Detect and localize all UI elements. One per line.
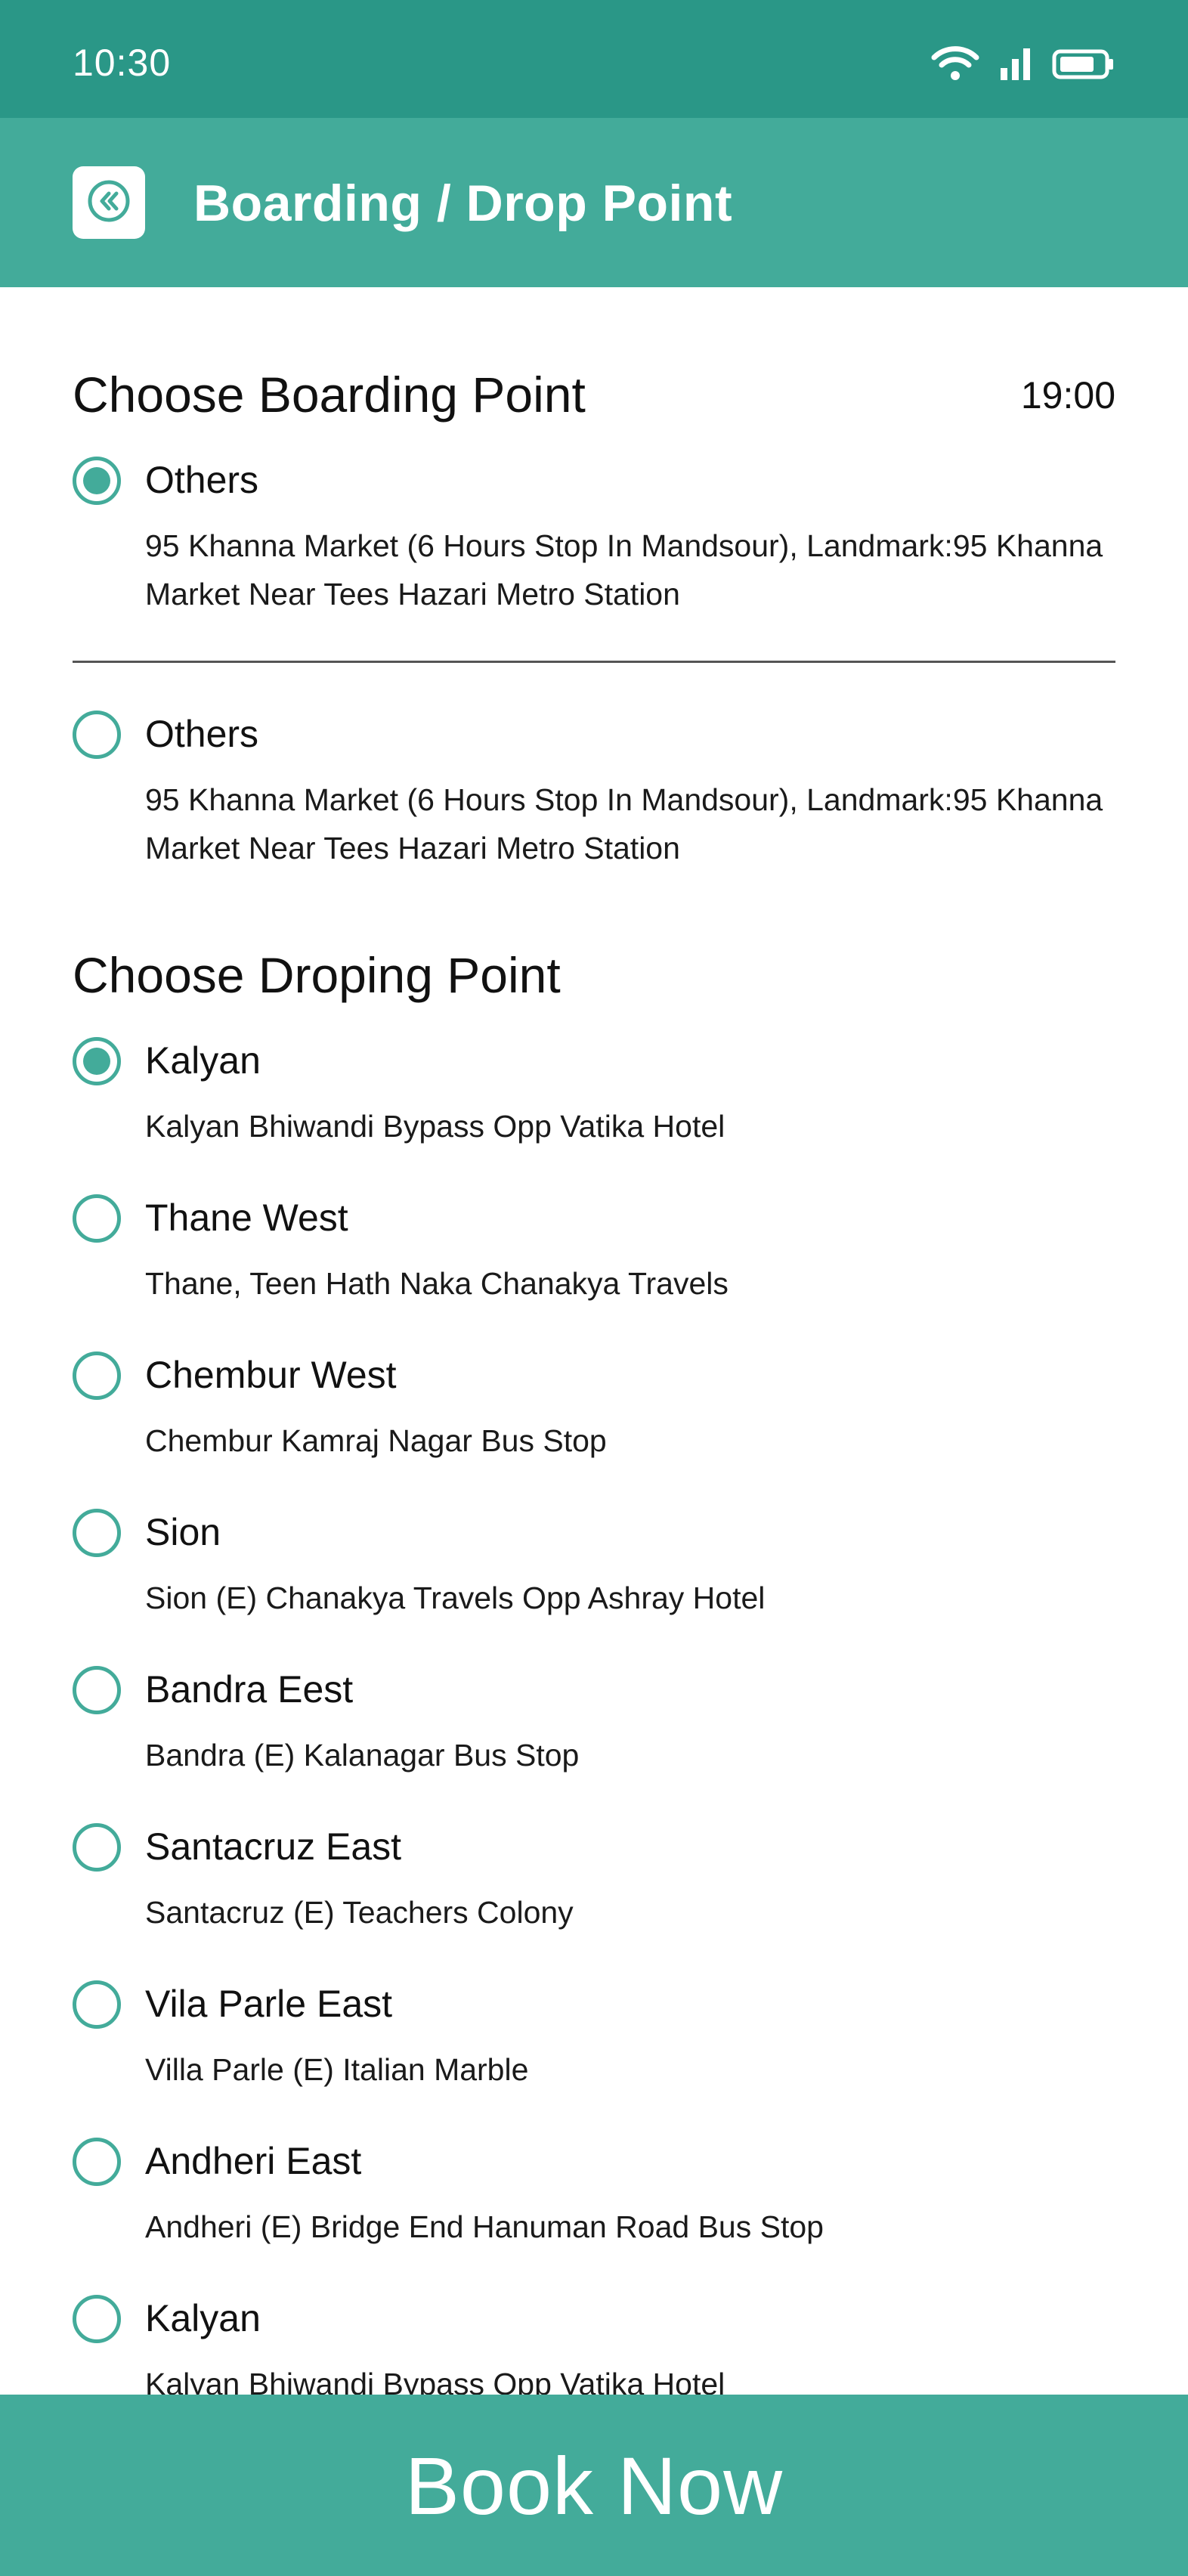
double-chevron-left-icon [86,178,131,228]
radio-unselected[interactable] [73,2295,121,2343]
dropping-option[interactable]: Santacruz East Santacruz (E) Teachers Co… [73,1823,1115,1937]
dropping-section-title: Choose Droping Point [73,947,561,1003]
wifi-icon [931,45,979,85]
radio-unselected[interactable] [73,1666,121,1714]
status-icons [931,45,1115,85]
battery-icon [1052,45,1115,85]
boarding-section-title: Choose Boarding Point [73,367,586,423]
dropping-option-name: Bandra Eest [145,1668,354,1711]
dropping-option-name: Kalyan [145,1039,261,1082]
book-now-label: Book Now [404,2439,784,2531]
dropping-option-address: Thane, Teen Hath Naka Chanakya Travels [145,1266,729,1301]
boarding-option[interactable]: Others 95 Khanna Market (6 Hours Stop In… [73,711,1115,865]
radio-unselected[interactable] [73,1509,121,1557]
boarding-option-address: 95 Khanna Market (6 Hours Stop In Mandso… [145,528,1103,611]
back-button[interactable] [73,166,145,239]
dropping-option-address: Sion (E) Chanakya Travels Opp Ashray Hot… [145,1581,766,1615]
dropping-option[interactable]: Thane West Thane, Teen Hath Naka Chanaky… [73,1194,1115,1308]
dropping-option-address: Kalyan Bhiwandi Bypass Opp Vatika Hotel [145,2367,725,2396]
radio-unselected[interactable] [73,2138,121,2186]
dropping-option[interactable]: Kalyan Kalyan Bhiwandi Bypass Opp Vatika… [73,2295,1115,2396]
dropping-option-name: Chembur West [145,1354,397,1396]
dropping-option-name: Sion [145,1511,221,1553]
dropping-option[interactable]: Bandra Eest Bandra (E) Kalanagar Bus Sto… [73,1666,1115,1779]
page-title: Boarding / Drop Point [193,175,733,232]
dropping-option[interactable]: Kalyan Kalyan Bhiwandi Bypass Opp Vatika… [73,1037,1115,1150]
divider [73,661,1115,663]
dropping-option-address: Bandra (E) Kalanagar Bus Stop [145,1738,580,1773]
content[interactable]: Choose Boarding Point 19:00 Others 95 Kh… [0,287,1188,2396]
dropping-option-address: Andheri (E) Bridge End Hanuman Road Bus … [145,2209,824,2244]
radio-unselected[interactable] [73,1351,121,1400]
dropping-option-name: Santacruz East [145,1825,402,1868]
dropping-option-address: Villa Parle (E) Italian Marble [145,2052,529,2087]
boarding-option[interactable]: Others 95 Khanna Market (6 Hours Stop In… [73,457,1115,611]
dropping-option-name: Kalyan [145,2297,261,2339]
dropping-option[interactable]: Vila Parle East Villa Parle (E) Italian … [73,1980,1115,2094]
dropping-option-name: Andheri East [145,2140,362,2182]
status-bar: 10:30 [0,0,1188,118]
dropping-option-name: Vila Parle East [145,1983,393,2025]
book-now-button[interactable]: Book Now [0,2395,1188,2576]
radio-unselected[interactable] [73,1823,121,1872]
radio-unselected[interactable] [73,1194,121,1243]
dropping-option[interactable]: Sion Sion (E) Chanakya Travels Opp Ashra… [73,1509,1115,1622]
radio-unselected[interactable] [73,1980,121,2029]
dropping-option[interactable]: Chembur West Chembur Kamraj Nagar Bus St… [73,1351,1115,1465]
signal-icon [999,45,1032,85]
dropping-option-address: Kalyan Bhiwandi Bypass Opp Vatika Hotel [145,1109,725,1144]
dropping-option-address: Santacruz (E) Teachers Colony [145,1895,574,1930]
radio-selected[interactable] [73,1037,121,1085]
status-time: 10:30 [73,42,172,84]
boarding-option-address: 95 Khanna Market (6 Hours Stop In Mandso… [145,782,1103,865]
dropping-option[interactable]: Andheri East Andheri (E) Bridge End Hanu… [73,2138,1115,2251]
boarding-option-name: Others [145,713,259,755]
dropping-option-name: Thane West [145,1197,348,1239]
app-bar: Boarding / Drop Point [0,118,1188,287]
radio-unselected[interactable] [73,711,121,759]
dropping-option-address: Chembur Kamraj Nagar Bus Stop [145,1423,607,1458]
radio-selected[interactable] [73,457,121,505]
boarding-option-name: Others [145,459,259,501]
boarding-time: 19:00 [1020,374,1115,416]
